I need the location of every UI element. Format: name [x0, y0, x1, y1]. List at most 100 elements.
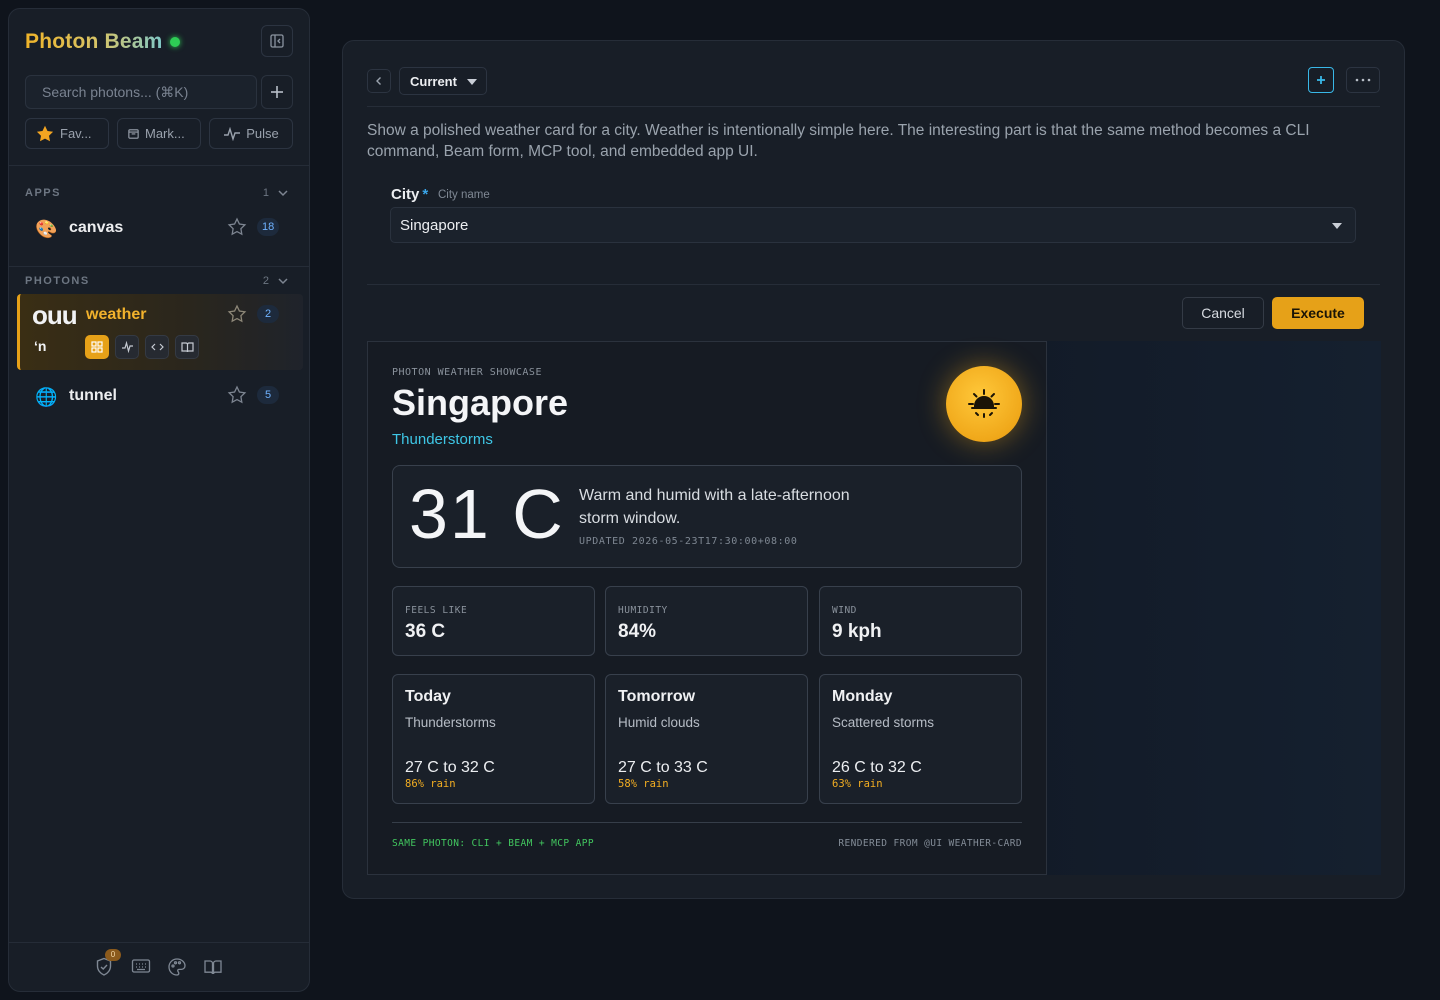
- globe-icon: 🌐: [35, 387, 58, 407]
- forecast-day: Tomorrow: [618, 688, 696, 705]
- caret-down-icon: [1332, 223, 1342, 229]
- stat-wind: WIND 9 kph: [819, 586, 1022, 656]
- chevron-down-icon[interactable]: [277, 187, 289, 199]
- city-field-label: City *: [391, 186, 428, 203]
- grid-view-button[interactable]: [85, 335, 109, 359]
- forecast-day: Today: [405, 688, 451, 705]
- favorites-filter-label: Fav...: [60, 126, 92, 141]
- brand-row: Photon Beam: [25, 25, 293, 57]
- docs-view-button[interactable]: [175, 335, 199, 359]
- pulse-view-button[interactable]: [115, 335, 139, 359]
- book-icon: [180, 342, 194, 353]
- collapse-sidebar-button[interactable]: [261, 25, 293, 57]
- chevron-down-icon[interactable]: [277, 275, 289, 287]
- back-button[interactable]: [367, 69, 391, 93]
- weather-card: PHOTON WEATHER SHOWCASE Singapore Thunde…: [367, 341, 1047, 875]
- forecast-condition: Scattered storms: [832, 715, 935, 730]
- current-conditions-panel: 31 C Warm and humid with a late-afternoo…: [392, 465, 1022, 568]
- quick-filters: Fav... Mark... Pulse: [25, 118, 293, 149]
- weather-card-footer-left: SAME PHOTON: CLI + BEAM + MCP APP: [392, 838, 594, 849]
- marketplace-filter-label: Mark...: [145, 126, 185, 141]
- marketplace-filter-button[interactable]: Mark...: [117, 118, 201, 149]
- sidebar-footer: 0: [9, 949, 309, 977]
- current-temperature: 31 C: [409, 475, 565, 553]
- pulse-icon: [224, 126, 241, 141]
- city-select-value: Singapore: [400, 217, 469, 234]
- city-field-hint: City name: [438, 189, 490, 201]
- new-tab-button[interactable]: [1308, 67, 1334, 93]
- pulse-filter-button[interactable]: Pulse: [209, 118, 293, 149]
- forecast-rain: 86% rain: [405, 778, 456, 790]
- forecast-day-card: Tomorrow Humid clouds 27 C to 33 C 58% r…: [605, 674, 808, 804]
- sidebar-item-canvas[interactable]: 🎨 canvas 18: [17, 206, 303, 250]
- docs-button[interactable]: [203, 957, 223, 977]
- favorites-filter-button[interactable]: Fav...: [25, 118, 109, 149]
- city-select[interactable]: Singapore: [390, 207, 1356, 243]
- stat-value: 84%: [618, 621, 657, 642]
- forecast-range: 27 C to 32 C: [405, 759, 495, 776]
- pulse-filter-label: Pulse: [246, 126, 279, 141]
- store-icon: [128, 129, 139, 139]
- theme-button[interactable]: [167, 957, 187, 977]
- weather-view-toggles: [85, 335, 199, 359]
- weather-condition: Thunderstorms: [392, 431, 493, 448]
- palette-icon: [168, 958, 186, 976]
- stat-feels-like: FEELS LIKE 36 C: [392, 586, 595, 656]
- keyboard-shortcuts-button[interactable]: [131, 957, 151, 977]
- method-description: Show a polished weather card for a city.…: [367, 122, 1310, 160]
- sidebar-item-tunnel[interactable]: 🌐 tunnel 5: [17, 374, 303, 418]
- plus-icon: [271, 86, 283, 98]
- security-badge: 0: [105, 949, 121, 961]
- forecast-rain: 63% rain: [832, 778, 883, 790]
- form-divider: [367, 284, 1380, 285]
- stat-label: WIND: [832, 605, 857, 616]
- sidebar: Photon Beam Fav... Mark... Pulse APPS 1 …: [8, 8, 310, 992]
- star-outline-icon[interactable]: [227, 304, 247, 324]
- version-select[interactable]: Current: [399, 67, 487, 95]
- panel-toolbar: Current: [367, 67, 1380, 107]
- apps-section-label: APPS: [25, 187, 61, 199]
- status-online-indicator: [169, 37, 180, 47]
- palette-icon: 🎨: [35, 219, 58, 239]
- execute-button[interactable]: Execute: [1272, 297, 1364, 329]
- item-count-badge: 5: [257, 386, 279, 404]
- sidebar-item-label: canvas: [69, 219, 124, 236]
- photons-section-label: PHOTONS: [25, 275, 90, 287]
- keyboard-icon: [131, 959, 151, 973]
- item-count-badge: 2: [257, 305, 279, 323]
- stat-value: 9 kph: [832, 621, 882, 642]
- photons-section-count: 2: [262, 275, 269, 287]
- weather-photon-icon-lower: ʻn: [34, 338, 47, 354]
- sidebar-item-label: tunnel: [69, 387, 117, 404]
- star-filled-icon: [36, 125, 54, 141]
- star-outline-icon[interactable]: [227, 217, 247, 237]
- sunset-cloud-icon: [968, 389, 1000, 418]
- star-outline-icon[interactable]: [227, 385, 247, 405]
- more-options-button[interactable]: [1346, 67, 1380, 93]
- result-area: PHOTON WEATHER SHOWCASE Singapore Thunde…: [367, 341, 1381, 875]
- sidebar-item-weather[interactable]: ouu ʻn weather 2: [17, 294, 303, 370]
- grid-icon: [91, 341, 103, 353]
- cancel-button[interactable]: Cancel: [1182, 297, 1264, 329]
- required-marker: *: [422, 186, 429, 203]
- forecast-day-card: Monday Scattered storms 26 C to 32 C 63%…: [819, 674, 1022, 804]
- weather-card-footer-right: RENDERED FROM @UI WEATHER-CARD: [838, 838, 1022, 849]
- add-photon-button[interactable]: [261, 75, 293, 109]
- pulse-icon: [121, 341, 133, 353]
- weather-card-footer-divider: [392, 822, 1022, 823]
- security-button[interactable]: 0: [95, 949, 121, 977]
- search-input[interactable]: [25, 75, 257, 109]
- stat-label: HUMIDITY: [618, 605, 668, 616]
- forecast-condition: Thunderstorms: [405, 715, 496, 730]
- app-title: Photon Beam: [25, 30, 163, 53]
- forecast-day: Monday: [832, 688, 893, 705]
- main-panel: Current Show a polished weather card for…: [342, 40, 1405, 899]
- sidebar-footer-divider: [9, 942, 309, 943]
- plus-icon: [1317, 76, 1325, 84]
- stat-humidity: HUMIDITY 84%: [605, 586, 808, 656]
- sidebar-divider: [9, 266, 309, 267]
- stat-value: 36 C: [405, 621, 446, 642]
- caret-down-icon: [467, 79, 477, 85]
- forecast-condition: Humid clouds: [618, 715, 700, 730]
- code-view-button[interactable]: [145, 335, 169, 359]
